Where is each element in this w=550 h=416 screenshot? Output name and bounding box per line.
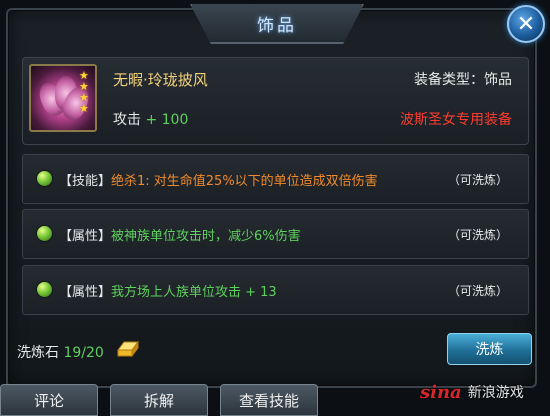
washable-note: （可洗炼） bbox=[447, 228, 508, 242]
attribute-desc: 被神族单位攻击时，减少6%伤害 bbox=[111, 229, 301, 244]
item-name: 无暇·玲珑披风 bbox=[113, 71, 208, 89]
green-orb-icon bbox=[37, 171, 52, 186]
attribute-row-skill[interactable]: 【技能】 绝杀1: 对生命值25%以下的单位造成双倍伤害 （可洗炼） bbox=[22, 154, 529, 204]
exclusive-equipment-note: 波斯圣女专用装备 bbox=[400, 112, 512, 128]
wash-stone-label: 洗炼石 bbox=[17, 345, 59, 361]
gold-ingot-icon bbox=[117, 340, 139, 358]
wash-stone-count: 19/20 bbox=[63, 345, 104, 361]
sina-games-watermark: sina 新浪游戏 bbox=[420, 378, 550, 406]
close-icon: ✕ bbox=[516, 11, 536, 37]
star-icon: ★ bbox=[79, 102, 89, 115]
attribute-tag: 【属性】 bbox=[59, 229, 112, 244]
attack-stat: 攻击 + 100 bbox=[113, 109, 188, 129]
equip-type: 装备类型：饰品 bbox=[414, 72, 512, 88]
page-title: 饰品 bbox=[257, 15, 297, 36]
green-orb-icon bbox=[37, 226, 52, 241]
disassemble-button[interactable]: 拆解 bbox=[110, 384, 208, 416]
attack-label: 攻击 bbox=[113, 112, 141, 128]
green-orb-icon bbox=[37, 282, 52, 297]
watermark-text: 新浪游戏 bbox=[467, 385, 524, 401]
wash-button[interactable]: 洗炼 bbox=[447, 333, 532, 365]
attribute-tag: 【属性】 bbox=[59, 285, 112, 300]
attribute-row-defense[interactable]: 【属性】 被神族单位攻击时，减少6%伤害 （可洗炼） bbox=[22, 209, 529, 259]
sina-logo: sina bbox=[420, 381, 462, 403]
attribute-desc: 绝杀1: 对生命值25%以下的单位造成双倍伤害 bbox=[111, 174, 378, 189]
wash-stone-counter: 洗炼石 19/20 bbox=[17, 342, 104, 362]
attack-value: + 100 bbox=[145, 112, 189, 128]
attribute-desc: 我方场上人族单位攻击 + 13 bbox=[111, 285, 277, 300]
star-rating: ★ ★ ★ ★ bbox=[79, 70, 93, 114]
cloak-item-icon[interactable]: ★ ★ ★ ★ bbox=[29, 64, 97, 132]
close-button[interactable]: ✕ bbox=[507, 5, 545, 43]
attribute-row-attack[interactable]: 【属性】 我方场上人族单位攻击 + 13 （可洗炼） bbox=[22, 265, 529, 315]
attribute-tag: 【技能】 bbox=[59, 174, 112, 189]
title-tab: 饰品 bbox=[190, 4, 364, 44]
view-skill-button[interactable]: 查看技能 bbox=[220, 384, 318, 416]
washable-note: （可洗炼） bbox=[447, 173, 508, 187]
washable-note: （可洗炼） bbox=[447, 284, 508, 298]
item-card: ★ ★ ★ ★ 无暇·玲珑披风 装备类型：饰品 攻击 + 100 波斯圣女专用装… bbox=[22, 57, 529, 145]
comment-button[interactable]: 评论 bbox=[0, 384, 98, 416]
